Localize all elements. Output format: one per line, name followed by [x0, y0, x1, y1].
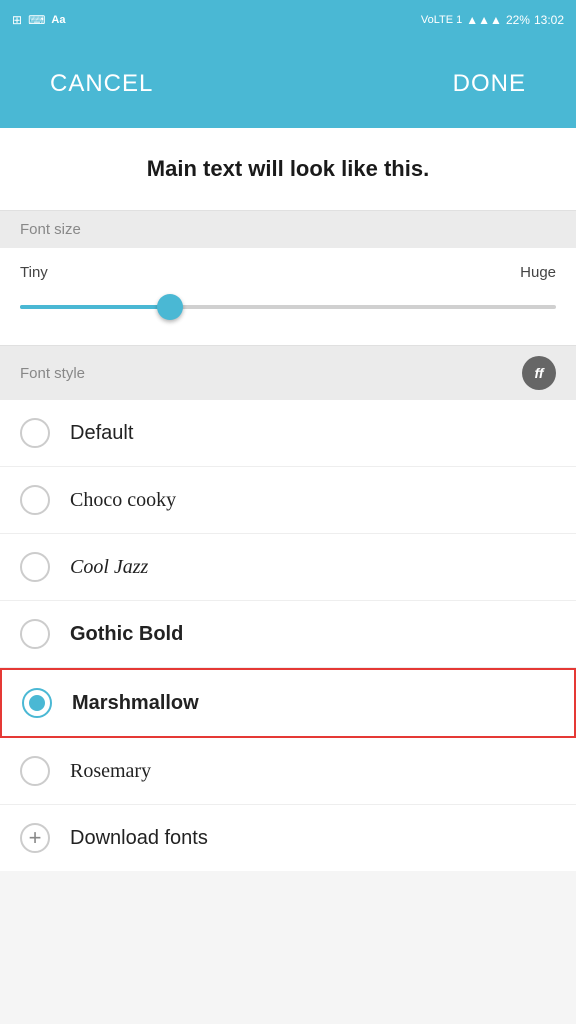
ff-icon-label: ff: [534, 365, 543, 381]
ff-icon[interactable]: ff: [522, 356, 556, 390]
slider-thumb[interactable]: [157, 294, 183, 320]
font-label-gothic-bold: Gothic Bold: [70, 623, 183, 646]
font-style-label: Font style: [20, 365, 85, 382]
preview-text: Main text will look like this.: [147, 156, 429, 181]
huge-label: Huge: [520, 264, 556, 281]
status-bar-right: VoLTE 1 ▲▲▲ 22% 13:02: [421, 13, 564, 27]
font-item-marshmallow[interactable]: Marshmallow: [0, 668, 576, 738]
radio-default[interactable]: [20, 418, 50, 448]
keyboard-icon: ⌨: [28, 13, 45, 27]
radio-marshmallow[interactable]: [22, 688, 52, 718]
preview-area: Main text will look like this.: [0, 128, 576, 211]
volte-indicator: VoLTE 1: [421, 14, 462, 26]
font-label-rosemary: Rosemary: [70, 760, 151, 783]
slider-fill: [20, 305, 170, 309]
font-label-marshmallow: Marshmallow: [72, 692, 199, 715]
font-list: Default Choco cooky Cool Jazz Gothic Bol…: [0, 400, 576, 871]
font-item-choco-cooky[interactable]: Choco cooky: [0, 467, 576, 534]
download-fonts-label: Download fonts: [70, 827, 208, 850]
radio-cool-jazz[interactable]: [20, 552, 50, 582]
battery-level: 22%: [506, 13, 530, 27]
font-item-default[interactable]: Default: [0, 400, 576, 467]
font-style-header: Font style ff: [0, 346, 576, 400]
font-size-section: Tiny Huge: [0, 248, 576, 346]
font-label-default: Default: [70, 422, 133, 445]
plus-icon: +: [20, 823, 50, 853]
font-size-label: Font size: [20, 221, 81, 238]
action-bar: CANCEL DONE: [0, 40, 576, 128]
font-icon: Aa: [51, 14, 65, 26]
font-label-cool-jazz: Cool Jazz: [70, 556, 148, 579]
font-size-header: Font size: [0, 211, 576, 248]
font-size-slider-container[interactable]: [20, 289, 556, 325]
cancel-button[interactable]: CANCEL: [30, 60, 173, 108]
font-label-choco-cooky: Choco cooky: [70, 489, 176, 512]
font-item-cool-jazz[interactable]: Cool Jazz: [0, 534, 576, 601]
status-bar: ⊞ ⌨ Aa VoLTE 1 ▲▲▲ 22% 13:02: [0, 0, 576, 40]
font-size-labels: Tiny Huge: [20, 264, 556, 281]
radio-inner-marshmallow: [29, 695, 45, 711]
font-item-gothic-bold[interactable]: Gothic Bold: [0, 601, 576, 668]
signal-icon: ▲▲▲: [466, 13, 502, 27]
tiny-label: Tiny: [20, 264, 48, 281]
download-fonts-item[interactable]: + Download fonts: [0, 805, 576, 871]
time-display: 13:02: [534, 13, 564, 27]
radio-rosemary[interactable]: [20, 756, 50, 786]
radio-choco-cooky[interactable]: [20, 485, 50, 515]
font-item-rosemary[interactable]: Rosemary: [0, 738, 576, 805]
slider-track: [20, 305, 556, 309]
screenshot-icon: ⊞: [12, 13, 22, 27]
done-button[interactable]: DONE: [433, 60, 546, 108]
status-bar-left: ⊞ ⌨ Aa: [12, 13, 65, 27]
radio-gothic-bold[interactable]: [20, 619, 50, 649]
